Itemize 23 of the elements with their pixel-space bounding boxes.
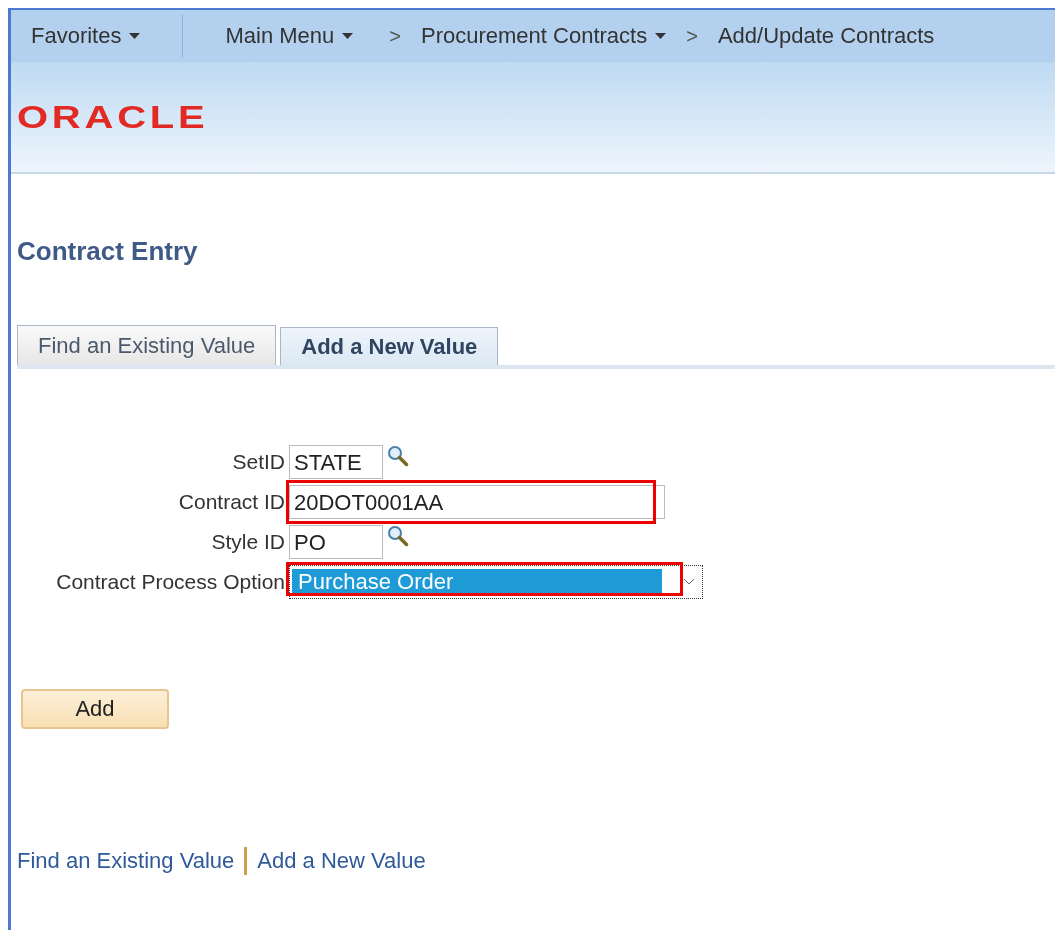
input-field[interactable]: 20DOT0001AA <box>289 485 665 519</box>
field-label: Style ID <box>210 530 286 554</box>
logo: ORACLE <box>17 98 209 136</box>
breadcrumb-separator: > <box>686 24 698 48</box>
breadcrumb-separator: > <box>389 24 401 48</box>
nav-menu-item[interactable]: Favorites <box>11 23 161 49</box>
chevron-icon <box>682 577 696 587</box>
nav-menu-item[interactable]: Main Menu <box>183 23 390 49</box>
link[interactable]: Add a New Value <box>257 848 426 874</box>
input-field[interactable]: PO <box>289 525 383 559</box>
link[interactable]: Find an Existing Value <box>17 848 235 874</box>
tab[interactable]: Find an Existing Value <box>17 325 277 365</box>
field-label: Contract ID <box>177 490 286 514</box>
nav-menu-item[interactable]: Procurement Contracts <box>401 23 687 49</box>
add-button[interactable]: Add <box>21 689 169 729</box>
nav-menu-item[interactable]: Add/Update Contracts <box>697 23 955 49</box>
page-title: Contract Entry <box>17 236 199 267</box>
field-label: SetID <box>231 450 286 474</box>
field-label: Contract Process Option <box>55 570 286 594</box>
tab[interactable]: Add a New Value <box>280 327 499 365</box>
search-icon[interactable] <box>387 525 409 547</box>
search-icon[interactable] <box>387 445 409 467</box>
input-field[interactable]: STATE <box>289 445 383 479</box>
